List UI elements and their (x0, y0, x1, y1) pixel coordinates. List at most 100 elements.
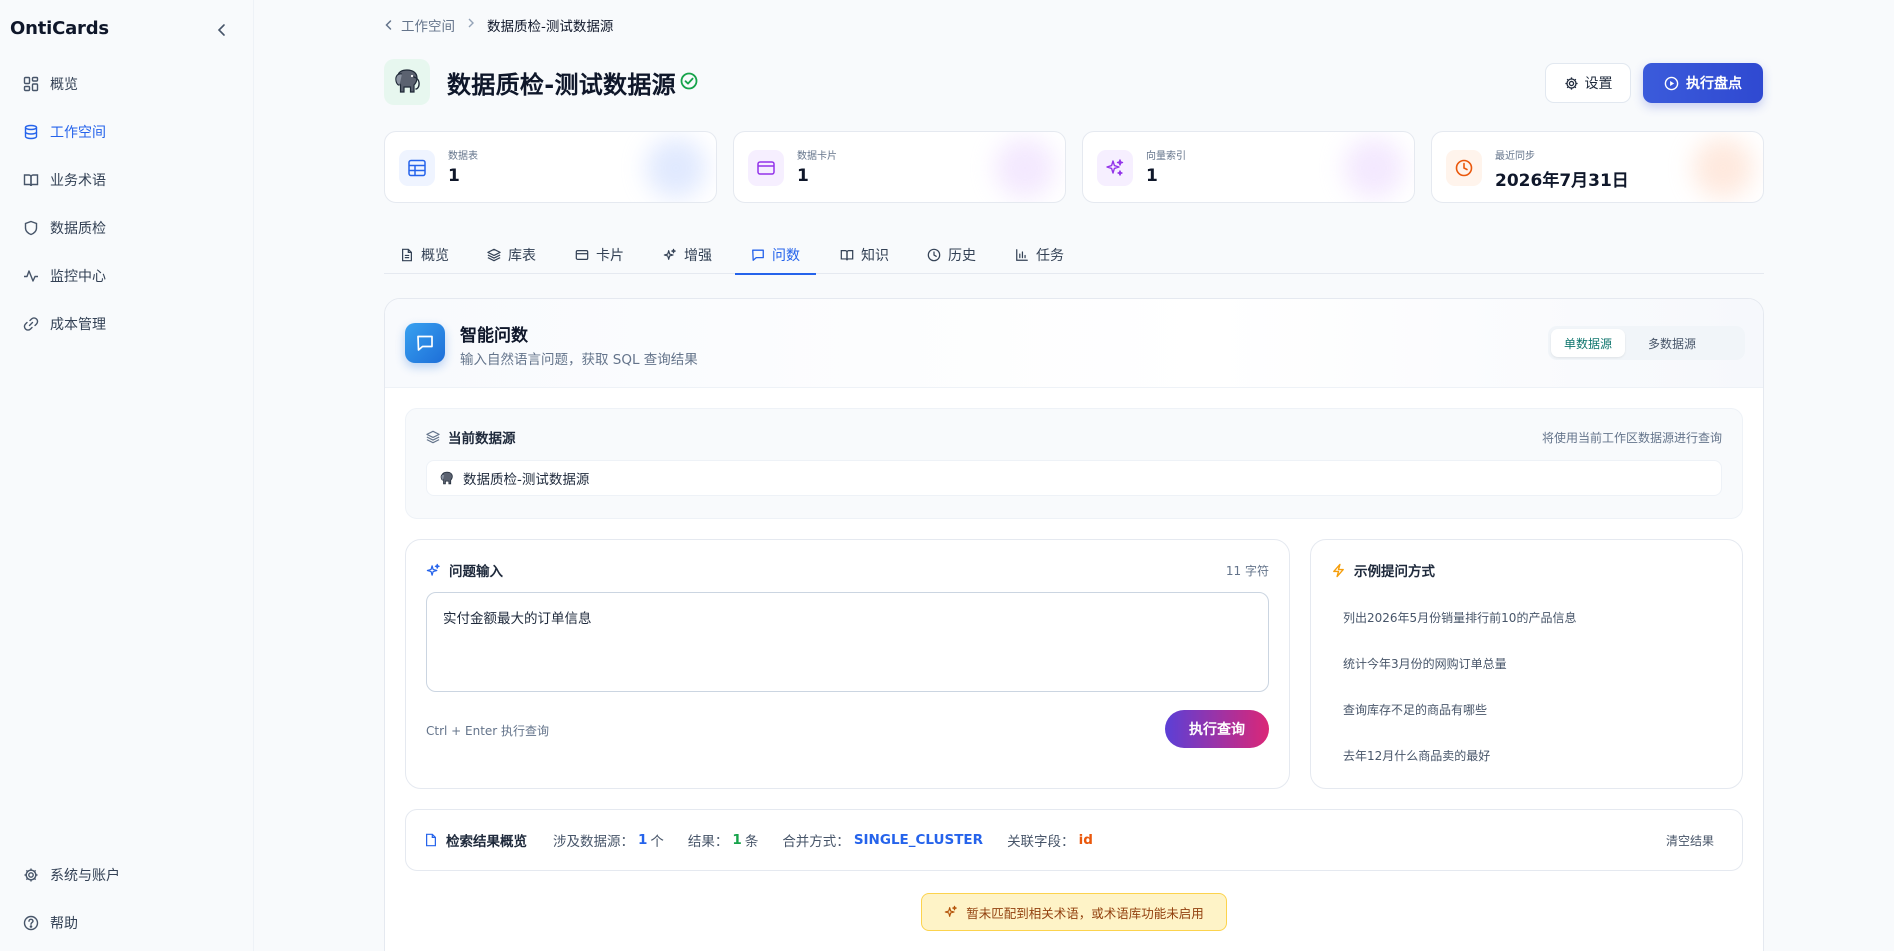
question-title: 问题输入 (426, 560, 503, 580)
settings-button[interactable]: 设置 (1545, 63, 1631, 103)
breadcrumb-workspace-link[interactable]: 工作空间 (384, 15, 455, 35)
breadcrumb-current: 数据质检-测试数据源 (487, 19, 614, 35)
tab-bar: 概览 库表 卡片 增强 问数 知识 历史 任务 (384, 236, 1764, 275)
tab-label: 历史 (948, 248, 976, 264)
link-icon (22, 315, 40, 333)
bar-chart-icon (1016, 249, 1028, 261)
example-question[interactable]: 去年12月什么商品卖的最好 (1331, 736, 1724, 774)
sidebar-item-system[interactable]: 系统与账户 (12, 856, 242, 894)
table-icon (399, 150, 435, 186)
execute-query-button[interactable]: 执行查询 (1165, 710, 1269, 748)
tab-knowledge[interactable]: 知识 (840, 236, 889, 274)
sidebar-item-help[interactable]: 帮助 (12, 904, 242, 942)
single-source-button[interactable]: 单数据源 (1551, 329, 1625, 357)
page-title: 数据质检-测试数据源 (447, 71, 676, 99)
sidebar-item-label: 监控中心 (50, 269, 106, 285)
examples-title: 示例提问方式 (1331, 560, 1435, 580)
app-logo: OntiCards (10, 18, 109, 39)
clear-results-button[interactable]: 清空结果 (1666, 832, 1714, 849)
example-question[interactable]: 查询库存不足的商品有哪些 (1331, 690, 1724, 728)
current-source-card: 当前数据源 将使用当前工作区数据源进行查询 数据质检-测试数据源 (405, 408, 1743, 519)
rows-value: 1 (732, 832, 742, 848)
shortcut-hint: Ctrl + Enter 执行查询 (426, 724, 550, 738)
sidebar: OntiCards 概览 工作空间 业务术语 数据质检 监控中心 成本管理 系统… (0, 0, 254, 951)
result-summary-bar: 检索结果概览 涉及数据源： 1 个 结果： 1 条 合并方式： SINGLE_C… (405, 809, 1743, 871)
settings-button-label: 设置 (1584, 76, 1613, 92)
sidebar-item-quality[interactable]: 数据质检 (12, 209, 242, 247)
sources-value: 1 (638, 832, 648, 848)
file-icon (402, 248, 412, 262)
play-circle-icon (1664, 76, 1679, 90)
question-input[interactable]: 实付金额最大的订单信息 (426, 592, 1269, 692)
panel-subtitle: 输入自然语言问题，获取 SQL 查询结果 (460, 352, 698, 368)
chevron-left-icon (217, 24, 225, 36)
tab-tables[interactable]: 库表 (487, 236, 536, 274)
sidebar-item-monitor[interactable]: 监控中心 (12, 257, 242, 295)
tab-overview[interactable]: 概览 (400, 236, 449, 274)
sidebar-item-cost[interactable]: 成本管理 (12, 305, 242, 343)
shield-icon (22, 219, 40, 237)
dashboard-icon (22, 75, 40, 93)
chat-icon (752, 249, 764, 261)
clock-icon (927, 248, 941, 262)
merge-key: 合并方式： (782, 834, 850, 850)
field-key: 关联字段： (1007, 834, 1075, 850)
postgres-elephant-icon (384, 59, 430, 105)
chevron-left-icon (385, 20, 392, 30)
example-question[interactable]: 列出2026年5月份销量排行前10的产品信息 (1331, 598, 1724, 636)
run-inventory-button[interactable]: 执行盘点 (1643, 63, 1763, 103)
stat-label: 数据表 (448, 151, 478, 162)
run-inventory-label: 执行盘点 (1686, 76, 1742, 92)
stat-card-cards: 数据卡片 1 (733, 131, 1066, 203)
tab-ask-data[interactable]: 问数 (735, 236, 816, 275)
chat-icon (405, 323, 445, 363)
panel-title: 智能问数 (460, 326, 528, 346)
tab-tasks[interactable]: 任务 (1015, 236, 1064, 274)
collapse-sidebar-button[interactable] (214, 18, 230, 42)
ask-data-panel: 智能问数 输入自然语言问题，获取 SQL 查询结果 单数据源 多数据源 当前数据… (384, 298, 1764, 951)
clock-icon (1446, 150, 1482, 186)
examples-title-label: 示例提问方式 (1354, 564, 1435, 580)
sidebar-item-label: 概览 (50, 77, 78, 93)
layers-icon (426, 430, 440, 444)
sparkles-icon (1097, 150, 1133, 186)
sidebar-item-overview[interactable]: 概览 (12, 65, 242, 103)
sources-unit: 个 (650, 834, 664, 850)
tab-label: 库表 (508, 248, 536, 264)
sidebar-item-label: 系统与账户 (50, 868, 120, 884)
sidebar-item-workspace[interactable]: 工作空间 (12, 113, 242, 151)
rows-unit: 条 (744, 834, 759, 850)
tab-label: 问数 (772, 248, 800, 264)
sidebar-item-label: 业务术语 (50, 173, 106, 189)
field-value: id (1078, 832, 1093, 848)
tab-label: 概览 (421, 248, 449, 264)
tab-history[interactable]: 历史 (927, 236, 976, 274)
current-source-note: 将使用当前工作区数据源进行查询 (1541, 431, 1722, 445)
card-icon (748, 150, 784, 186)
rows-key: 结果： (687, 834, 729, 850)
gear-icon (1564, 76, 1578, 90)
stat-value: 2026年7月31日 (1495, 171, 1629, 191)
tab-cards[interactable]: 卡片 (575, 236, 624, 274)
stat-card-vector-index: 向量索引 1 (1082, 131, 1415, 203)
bottom-nav: 系统与账户 帮助 (12, 856, 242, 951)
sources-key: 涉及数据源： (553, 834, 634, 850)
sparkles-icon (426, 563, 440, 576)
stat-value: 1 (1146, 166, 1158, 186)
breadcrumb-parent: 工作空间 (401, 19, 455, 35)
postgres-elephant-icon (440, 471, 453, 484)
multi-source-button[interactable]: 多数据源 (1629, 329, 1715, 357)
tab-label: 知识 (861, 248, 889, 264)
example-question[interactable]: 统计今年3月份的网购订单总量 (1331, 644, 1724, 682)
stat-label: 数据卡片 (797, 151, 837, 162)
book-icon (840, 250, 854, 261)
sidebar-item-glossary[interactable]: 业务术语 (12, 161, 242, 199)
page-header: 数据质检-测试数据源 设置 执行盘点 (384, 59, 1764, 107)
sidebar-item-label: 工作空间 (50, 125, 106, 141)
sparkles-icon (663, 248, 676, 260)
sparkles-icon (944, 905, 958, 917)
current-source-name: 数据质检-测试数据源 (463, 472, 590, 488)
help-icon (22, 914, 40, 932)
result-summary-label: 检索结果概览 (446, 834, 527, 850)
tab-enhance[interactable]: 增强 (663, 236, 712, 274)
